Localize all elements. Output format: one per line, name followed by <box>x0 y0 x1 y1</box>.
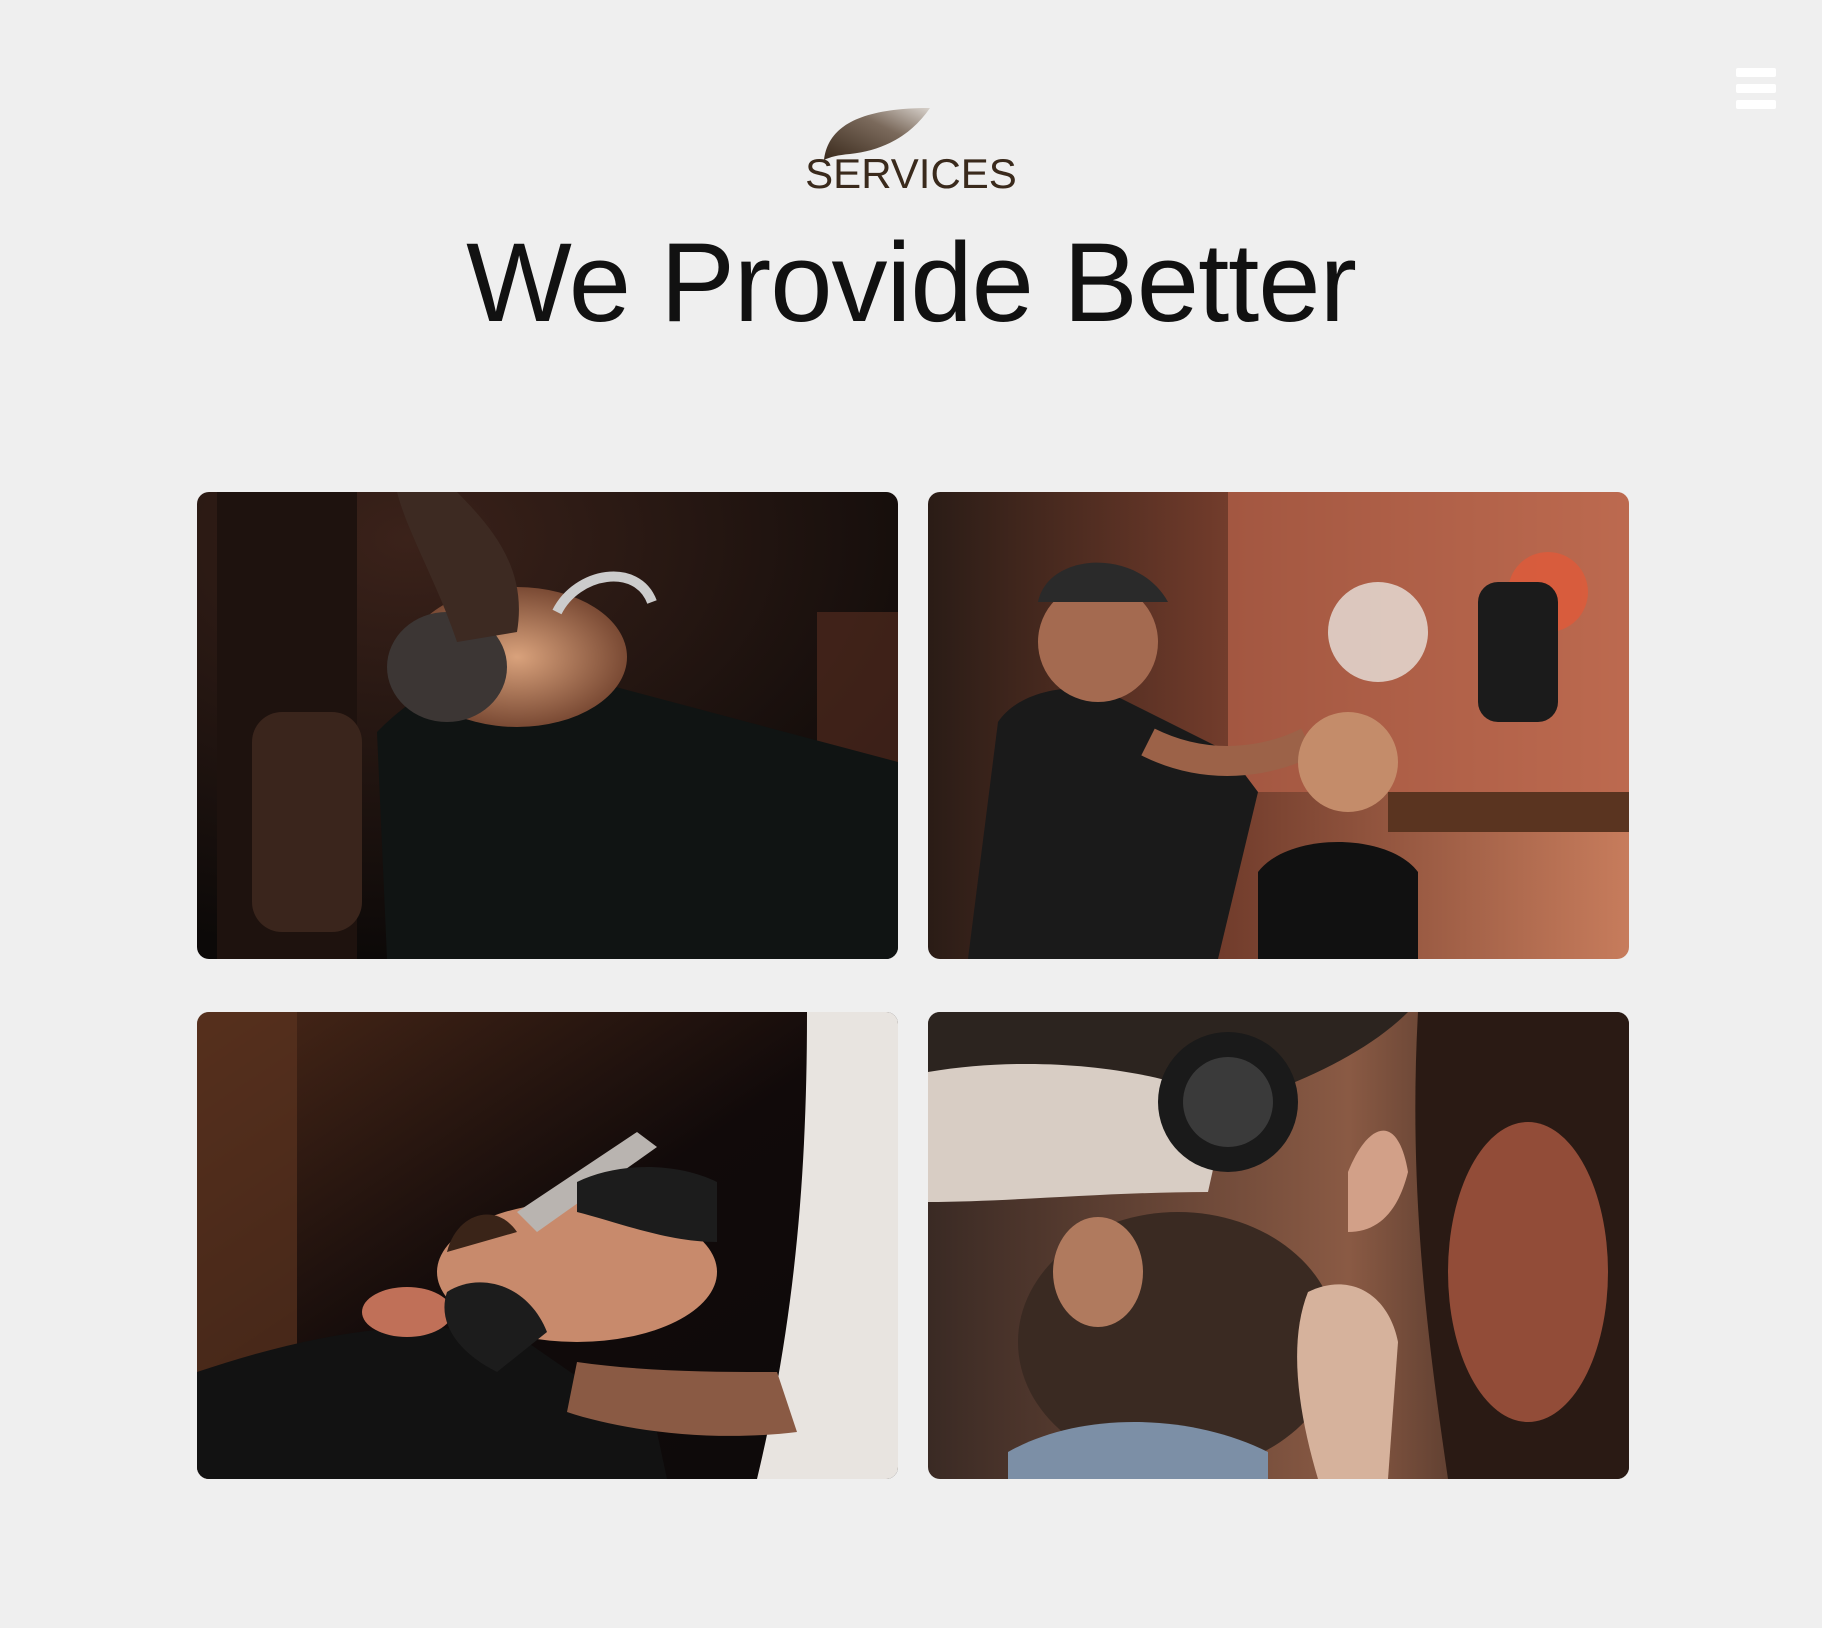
section-headline: We Provide Better <box>466 220 1357 345</box>
gallery-photo[interactable] <box>928 1012 1629 1479</box>
section-eyebrow-label: SERVICES <box>805 150 1017 197</box>
haircut-photo <box>928 492 1629 959</box>
trim-photo <box>928 1012 1629 1479</box>
beard-trim-photo <box>197 492 898 959</box>
menu-line <box>1736 84 1776 93</box>
gallery-photo[interactable] <box>928 492 1629 959</box>
section-eyebrow: SERVICES <box>0 104 1822 197</box>
gallery-photo[interactable] <box>197 492 898 959</box>
shave-photo <box>197 1012 898 1479</box>
menu-line <box>1736 68 1776 77</box>
services-gallery <box>197 492 1629 1480</box>
gallery-photo[interactable] <box>197 1012 898 1479</box>
